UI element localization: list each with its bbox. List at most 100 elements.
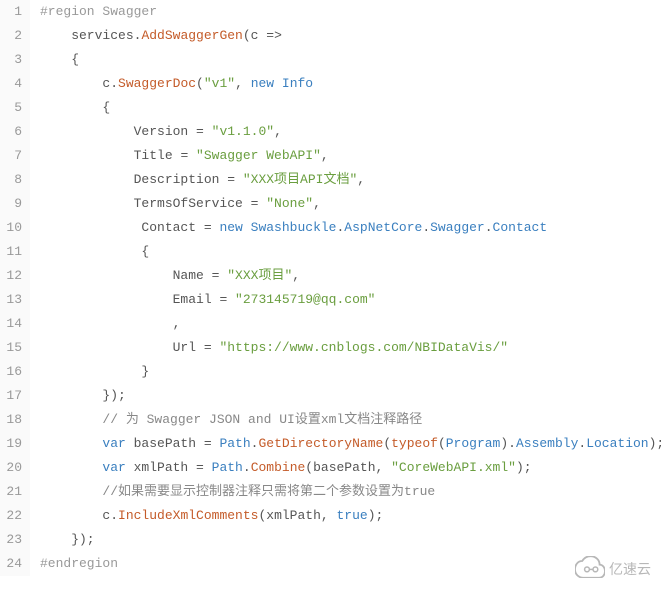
token-ident: Title [40, 148, 180, 163]
watermark-text: 亿速云 [609, 559, 651, 579]
token-punc [274, 76, 282, 91]
line-number: 20 [0, 456, 22, 480]
line-number-gutter: 123456789101112131415161718192021222324 [0, 0, 30, 576]
token-punc: . [110, 76, 118, 91]
token-preproc: #endregion [40, 556, 118, 571]
token-punc: (c [243, 28, 266, 43]
token-ident: Description [40, 172, 227, 187]
code-body[interactable]: #region Swagger services.AddSwaggerGen(c… [30, 0, 661, 576]
token-type: Contact [493, 220, 548, 235]
token-method: GetDirectoryName [258, 436, 383, 451]
line-number: 2 [0, 24, 22, 48]
line-number: 23 [0, 528, 22, 552]
code-line: Contact = new Swashbuckle.AspNetCore.Swa… [40, 216, 661, 240]
line-number: 15 [0, 336, 22, 360]
code-line: , [40, 312, 661, 336]
token-string: "None" [266, 196, 313, 211]
token-punc: { [40, 52, 79, 67]
token-punc: . [243, 460, 251, 475]
token-method: AddSwaggerGen [141, 28, 242, 43]
line-number: 1 [0, 0, 22, 24]
line-number: 24 [0, 552, 22, 576]
token-keyword: var [102, 460, 125, 475]
token-punc: { [40, 100, 110, 115]
token-punc: ); [368, 508, 384, 523]
token-type: Assembly [516, 436, 578, 451]
token-ident: c [40, 508, 110, 523]
code-line: var basePath = Path.GetDirectoryName(typ… [40, 432, 661, 456]
token-punc: ( [438, 436, 446, 451]
token-punc: = [204, 436, 220, 451]
token-method: SwaggerDoc [118, 76, 196, 91]
line-number: 7 [0, 144, 22, 168]
code-line: services.AddSwaggerGen(c => [40, 24, 661, 48]
token-preproc: #region Swagger [40, 4, 157, 19]
token-punc [40, 460, 102, 475]
token-string: "XXX项目" [227, 268, 292, 283]
code-line: Email = "273145719@qq.com" [40, 288, 661, 312]
code-line: { [40, 240, 661, 264]
token-punc: (xmlPath, [258, 508, 336, 523]
code-line: Description = "XXX项目API文档", [40, 168, 661, 192]
token-keyword: true [336, 508, 367, 523]
token-punc [243, 220, 251, 235]
token-punc [40, 436, 102, 451]
token-type: Path [219, 436, 250, 451]
token-punc: ( [196, 76, 204, 91]
token-string: "https://www.cnblogs.com/NBIDataVis/" [219, 340, 508, 355]
token-punc: }); [40, 532, 95, 547]
token-punc: ); [649, 436, 661, 451]
code-line: { [40, 48, 661, 72]
token-punc: => [266, 28, 282, 43]
token-method: IncludeXmlComments [118, 508, 258, 523]
token-punc: = [227, 172, 243, 187]
token-ident: Contact [40, 220, 204, 235]
code-editor: 123456789101112131415161718192021222324 … [0, 0, 661, 576]
token-keyword: new [251, 76, 274, 91]
token-type: Program [446, 436, 501, 451]
token-punc: { [40, 244, 149, 259]
token-punc: . [422, 220, 430, 235]
line-number: 17 [0, 384, 22, 408]
token-ident: xmlPath [126, 460, 196, 475]
code-line: } [40, 360, 661, 384]
token-type: Swashbuckle [251, 220, 337, 235]
line-number: 4 [0, 72, 22, 96]
line-number: 5 [0, 96, 22, 120]
token-punc: , [274, 124, 282, 139]
token-comment: // 为 Swagger JSON and UI设置xml文档注释路径 [40, 412, 422, 427]
token-punc: , [313, 196, 321, 211]
code-line: var xmlPath = Path.Combine(basePath, "Co… [40, 456, 661, 480]
line-number: 11 [0, 240, 22, 264]
token-ident: Url [40, 340, 204, 355]
code-line: Version = "v1.1.0", [40, 120, 661, 144]
token-string: "v1.1.0" [212, 124, 274, 139]
token-punc: (basePath, [305, 460, 391, 475]
token-ident: Name [40, 268, 212, 283]
code-line: #region Swagger [40, 0, 661, 24]
token-punc: ); [516, 460, 532, 475]
token-keyword: new [219, 220, 242, 235]
token-string: "273145719@qq.com" [235, 292, 375, 307]
token-punc: , [321, 148, 329, 163]
line-number: 12 [0, 264, 22, 288]
token-ident: Version [40, 124, 196, 139]
token-ident: Email [40, 292, 219, 307]
token-string: "v1" [204, 76, 235, 91]
code-line: TermsOfService = "None", [40, 192, 661, 216]
line-number: 22 [0, 504, 22, 528]
token-keyword: var [102, 436, 125, 451]
token-punc: = [212, 268, 228, 283]
line-number: 6 [0, 120, 22, 144]
token-string: "XXX项目API文档" [243, 172, 357, 187]
line-number: 21 [0, 480, 22, 504]
token-type: Swagger [430, 220, 485, 235]
token-typeof: typeof [391, 436, 438, 451]
code-line: }); [40, 528, 661, 552]
token-punc: . [110, 508, 118, 523]
line-number: 19 [0, 432, 22, 456]
code-line: Url = "https://www.cnblogs.com/NBIDataVi… [40, 336, 661, 360]
token-punc: = [204, 220, 220, 235]
token-ident: basePath [126, 436, 204, 451]
token-punc: , [292, 268, 300, 283]
